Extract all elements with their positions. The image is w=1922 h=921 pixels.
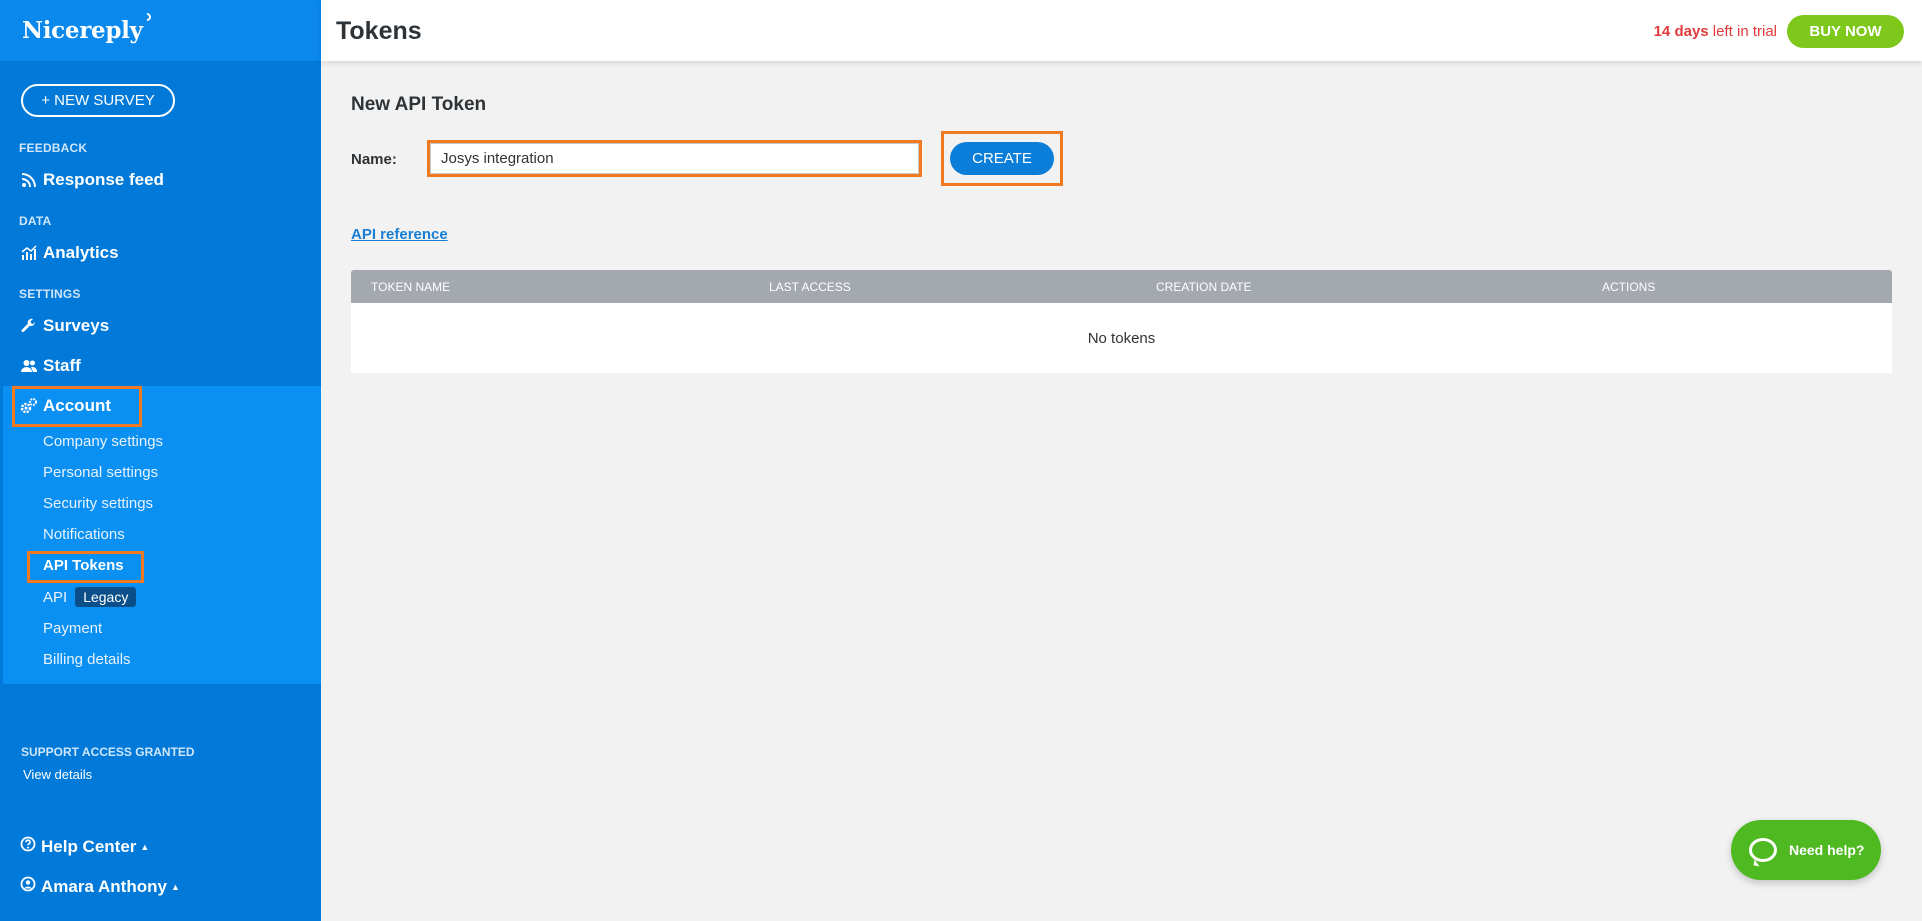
new-api-token-title: New API Token — [351, 94, 487, 115]
tokens-table: TOKEN NAME LAST ACCESS CREATION DATE ACT… — [351, 270, 1892, 373]
nav-staff[interactable]: Staff — [20, 352, 81, 380]
nav-account[interactable]: Account — [20, 392, 111, 420]
nav-account-label: Account — [43, 396, 111, 415]
trial-status: 14 days left in trial — [1654, 23, 1777, 40]
column-header-actions: ACTIONS — [1602, 280, 1656, 294]
nav-response-feed[interactable]: Response feed — [20, 166, 164, 194]
analytics-icon — [20, 244, 38, 262]
name-label: Name: — [351, 151, 397, 168]
user-circle-icon — [20, 876, 36, 897]
table-header: TOKEN NAME LAST ACCESS CREATION DATE ACT… — [351, 270, 1892, 303]
column-header-last-access[interactable]: LAST ACCESS — [769, 280, 851, 294]
rss-icon — [20, 171, 38, 189]
nav-analytics-label: Analytics — [43, 243, 119, 262]
sidebar-item-api-tokens[interactable]: API Tokens — [43, 554, 124, 576]
support-access-label: SUPPORT ACCESS GRANTED — [21, 745, 195, 759]
create-button[interactable]: CREATE — [950, 142, 1054, 175]
section-label-feedback: FEEDBACK — [19, 141, 88, 155]
sidebar-item-billing-details[interactable]: Billing details — [43, 648, 131, 670]
question-circle-icon — [20, 836, 36, 857]
gears-icon — [20, 397, 38, 415]
trial-days: 14 days — [1653, 23, 1709, 40]
trial-suffix: left in trial — [1708, 23, 1777, 40]
sidebar-item-security-settings[interactable]: Security settings — [43, 492, 153, 514]
section-label-data: DATA — [19, 214, 52, 228]
token-name-input[interactable] — [430, 143, 919, 174]
logo[interactable]: Nicereply — [22, 11, 153, 44]
sidebar-item-company-settings[interactable]: Company settings — [43, 430, 163, 452]
need-help-button[interactable]: Need help? — [1731, 820, 1881, 880]
sidebar-item-api-label: API — [43, 588, 68, 606]
column-header-token-name[interactable]: TOKEN NAME — [371, 280, 450, 294]
view-details-link[interactable]: View details — [23, 767, 92, 782]
table-empty-row: No tokens — [351, 303, 1892, 373]
caret-up-icon: ▲ — [140, 841, 150, 852]
staff-icon — [20, 357, 38, 375]
help-center-menu[interactable]: Help Center ▲ — [20, 836, 149, 857]
need-help-label: Need help? — [1789, 842, 1865, 858]
sidebar-header: Nicereply — [0, 0, 321, 61]
page-title: Tokens — [336, 17, 422, 45]
buy-now-button[interactable]: BUY NOW — [1787, 15, 1904, 48]
caret-up-icon: ▲ — [170, 881, 180, 892]
section-label-settings: SETTINGS — [19, 287, 81, 301]
user-menu[interactable]: Amara Anthony ▲ — [20, 876, 180, 897]
sidebar-item-payment[interactable]: Payment — [43, 617, 102, 639]
nav-analytics[interactable]: Analytics — [20, 239, 119, 267]
nav-response-feed-label: Response feed — [43, 170, 164, 189]
wrench-icon — [20, 317, 38, 335]
sidebar-item-personal-settings[interactable]: Personal settings — [43, 461, 158, 483]
sidebar: Nicereply + NEW SURVEY FEEDBACK Response… — [0, 0, 321, 921]
logo-text: Nicereply — [22, 17, 143, 44]
user-name-label: Amara Anthony — [41, 876, 167, 896]
nav-surveys-label: Surveys — [43, 316, 110, 335]
legacy-badge: Legacy — [75, 587, 137, 607]
api-reference-link[interactable]: API reference — [351, 226, 448, 243]
sidebar-item-api-legacy[interactable]: API Legacy — [43, 586, 137, 608]
new-survey-button[interactable]: + NEW SURVEY — [21, 84, 175, 117]
sidebar-item-notifications[interactable]: Notifications — [43, 523, 125, 545]
chat-bubble-icon — [1749, 838, 1777, 862]
help-center-label: Help Center — [41, 836, 137, 856]
nav-surveys[interactable]: Surveys — [20, 312, 109, 340]
top-header: Tokens 14 days left in trial BUY NOW — [321, 0, 1922, 61]
column-header-creation-date[interactable]: CREATION DATE — [1156, 280, 1252, 294]
nav-staff-label: Staff — [43, 356, 81, 375]
